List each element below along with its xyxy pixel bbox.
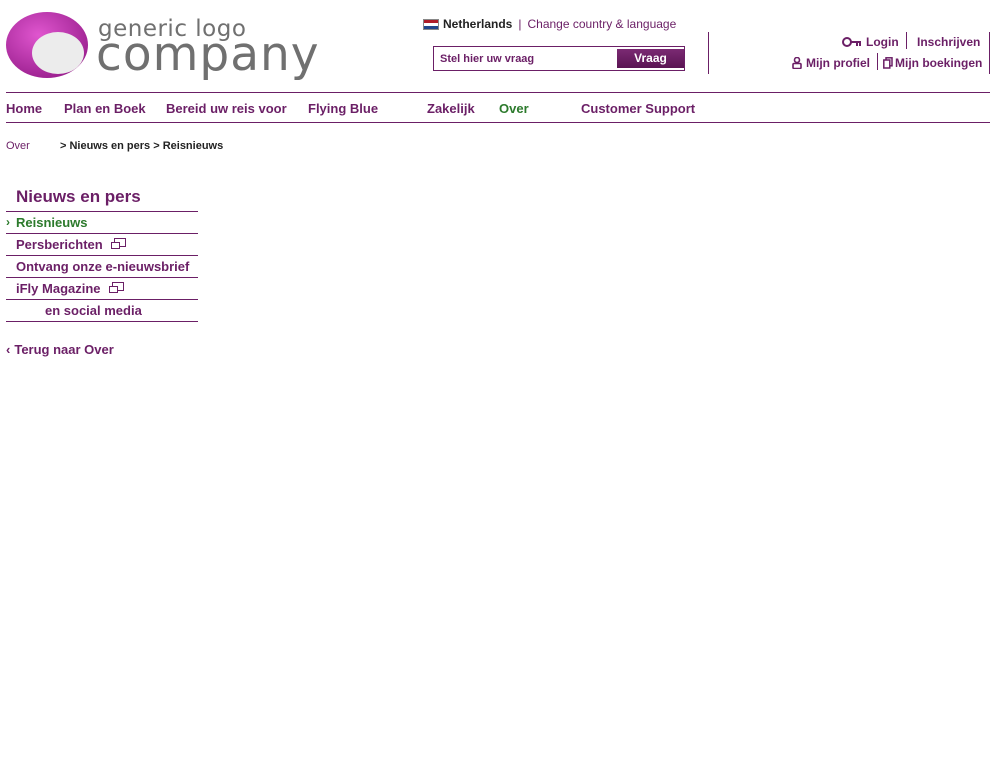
header-divider bbox=[708, 32, 709, 74]
nav-item-flying-blue[interactable]: Flying Blue bbox=[308, 101, 378, 116]
sidebar-item-label: Reisnieuws bbox=[16, 215, 88, 230]
logo-text-bottom: company bbox=[96, 27, 320, 82]
login-label: Login bbox=[866, 35, 899, 49]
login-divider bbox=[906, 32, 907, 49]
register-link[interactable]: Inschrijven bbox=[917, 35, 980, 49]
breadcrumb: Over > Nieuws en pers > Reisnieuws bbox=[6, 140, 223, 152]
search-button[interactable]: Vraag bbox=[617, 49, 684, 68]
active-chevron-icon: › bbox=[6, 215, 10, 229]
profile-link[interactable]: Mijn profiel bbox=[792, 56, 870, 70]
country-selector: Netherlands | Change country & language bbox=[423, 17, 676, 31]
documents-icon bbox=[883, 57, 893, 69]
sidebar-item-ifly-magazine[interactable]: iFly Magazine bbox=[6, 277, 198, 299]
sidebar-item-label: Ontvang onze e-nieuwsbrief bbox=[16, 259, 190, 274]
profile-divider bbox=[877, 53, 878, 70]
sidebar-title: Nieuws en pers bbox=[16, 187, 141, 206]
sidebar-item-label: en social media bbox=[45, 303, 142, 318]
breadcrumb-nieuws-en-pers[interactable]: > Nieuws en pers bbox=[60, 140, 150, 152]
person-icon bbox=[792, 57, 802, 69]
sidebar-item-label: iFly Magazine bbox=[16, 281, 101, 296]
nav-item-home[interactable]: Home bbox=[6, 101, 42, 116]
back-link-label: Terug naar Over bbox=[14, 342, 114, 357]
search-box: Vraag bbox=[433, 46, 685, 71]
search-input[interactable] bbox=[440, 50, 610, 67]
sidebar-item-label: Persberichten bbox=[16, 237, 103, 252]
register-label: Inschrijven bbox=[917, 35, 981, 49]
chevron-left-icon: ‹ bbox=[6, 342, 11, 357]
bookings-link[interactable]: Mijn boekingen bbox=[883, 56, 982, 70]
company-logo[interactable]: generic logo company bbox=[6, 10, 346, 82]
sidebar-item-social-media[interactable]: en social media bbox=[6, 299, 198, 322]
nav-bottom-border bbox=[6, 122, 990, 123]
login-link[interactable]: Login bbox=[842, 35, 899, 49]
netherlands-flag-icon bbox=[423, 18, 439, 30]
nav-item-customer-support[interactable]: Customer Support bbox=[581, 101, 695, 116]
key-icon bbox=[842, 37, 861, 47]
logo-swoosh-icon bbox=[6, 12, 88, 78]
sidebar-menu: › Reisnieuws Persberichten Ontvang onze … bbox=[6, 211, 198, 322]
nav-item-bereid-uw-reis-voor[interactable]: Bereid uw reis voor bbox=[166, 101, 287, 116]
nav-top-border bbox=[6, 92, 990, 93]
change-country-link[interactable]: Change country & language bbox=[527, 17, 676, 31]
external-window-icon bbox=[111, 238, 127, 249]
country-name: Netherlands bbox=[443, 17, 513, 31]
sidebar-item-reisnieuws[interactable]: › Reisnieuws bbox=[6, 211, 198, 233]
bookings-label: Mijn boekingen bbox=[895, 56, 983, 70]
nav-item-over[interactable]: Over bbox=[499, 101, 529, 116]
header-divider-right bbox=[989, 32, 990, 74]
external-window-icon bbox=[109, 282, 125, 293]
sidebar-item-nieuwsbrief[interactable]: Ontvang onze e-nieuwsbrief bbox=[6, 255, 198, 277]
breadcrumb-over[interactable]: Over bbox=[6, 140, 30, 152]
breadcrumb-current: > Reisnieuws bbox=[153, 140, 224, 152]
sidebar-item-persberichten[interactable]: Persberichten bbox=[6, 233, 198, 255]
country-separator: | bbox=[518, 17, 522, 31]
profile-label: Mijn profiel bbox=[806, 56, 870, 70]
back-to-over-link[interactable]: ‹ Terug naar Over bbox=[6, 342, 114, 357]
nav-item-zakelijk[interactable]: Zakelijk bbox=[427, 101, 475, 116]
nav-item-plan-en-boek[interactable]: Plan en Boek bbox=[64, 101, 146, 116]
